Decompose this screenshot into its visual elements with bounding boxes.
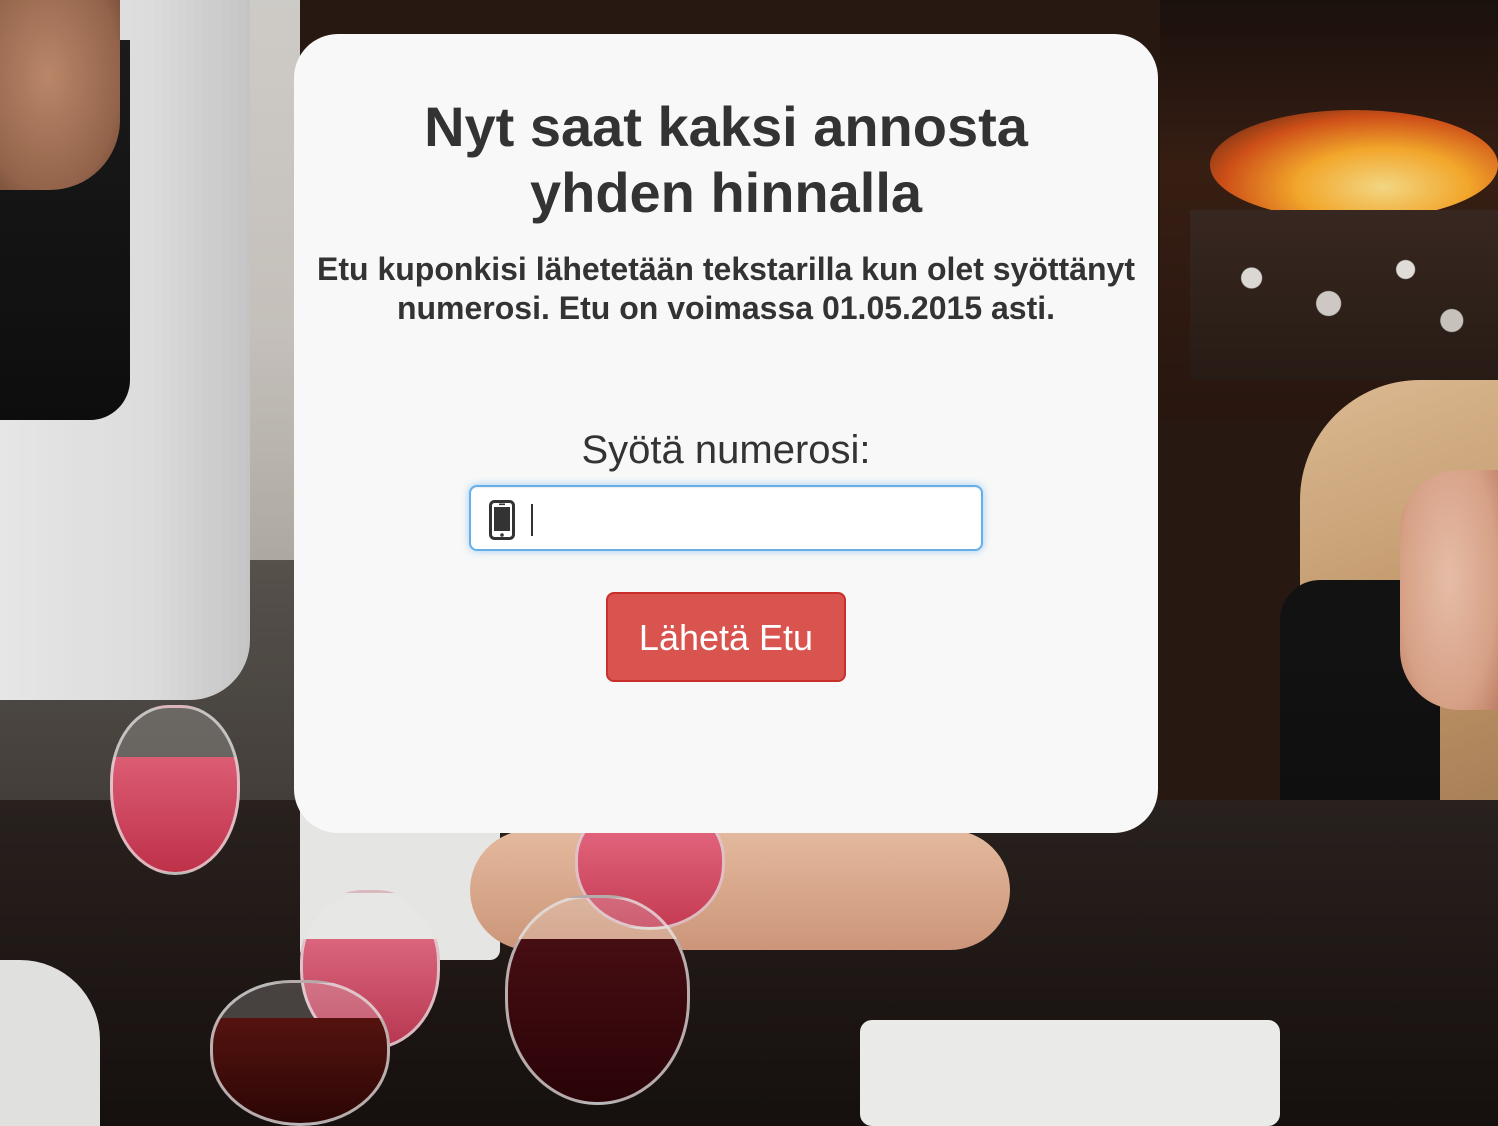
modal-title: Nyt saat kaksi annosta yhden hinnalla bbox=[334, 94, 1118, 226]
modal-title-line2: yhden hinnalla bbox=[529, 161, 923, 224]
phone-number-input[interactable] bbox=[527, 489, 967, 547]
text-caret bbox=[531, 504, 533, 536]
modal-description: Etu kuponkisi lähetetään tekstarilla kun… bbox=[317, 251, 1135, 326]
phone-number-field[interactable] bbox=[469, 485, 983, 551]
mobile-phone-icon bbox=[489, 500, 515, 540]
modal-title-line1: Nyt saat kaksi annosta bbox=[424, 95, 1028, 158]
phone-input-label: Syötä numerosi: bbox=[581, 428, 871, 472]
coupon-modal: Nyt saat kaksi annosta yhden hinnalla Et… bbox=[294, 34, 1158, 833]
send-coupon-button[interactable]: Lähetä Etu bbox=[606, 592, 846, 682]
